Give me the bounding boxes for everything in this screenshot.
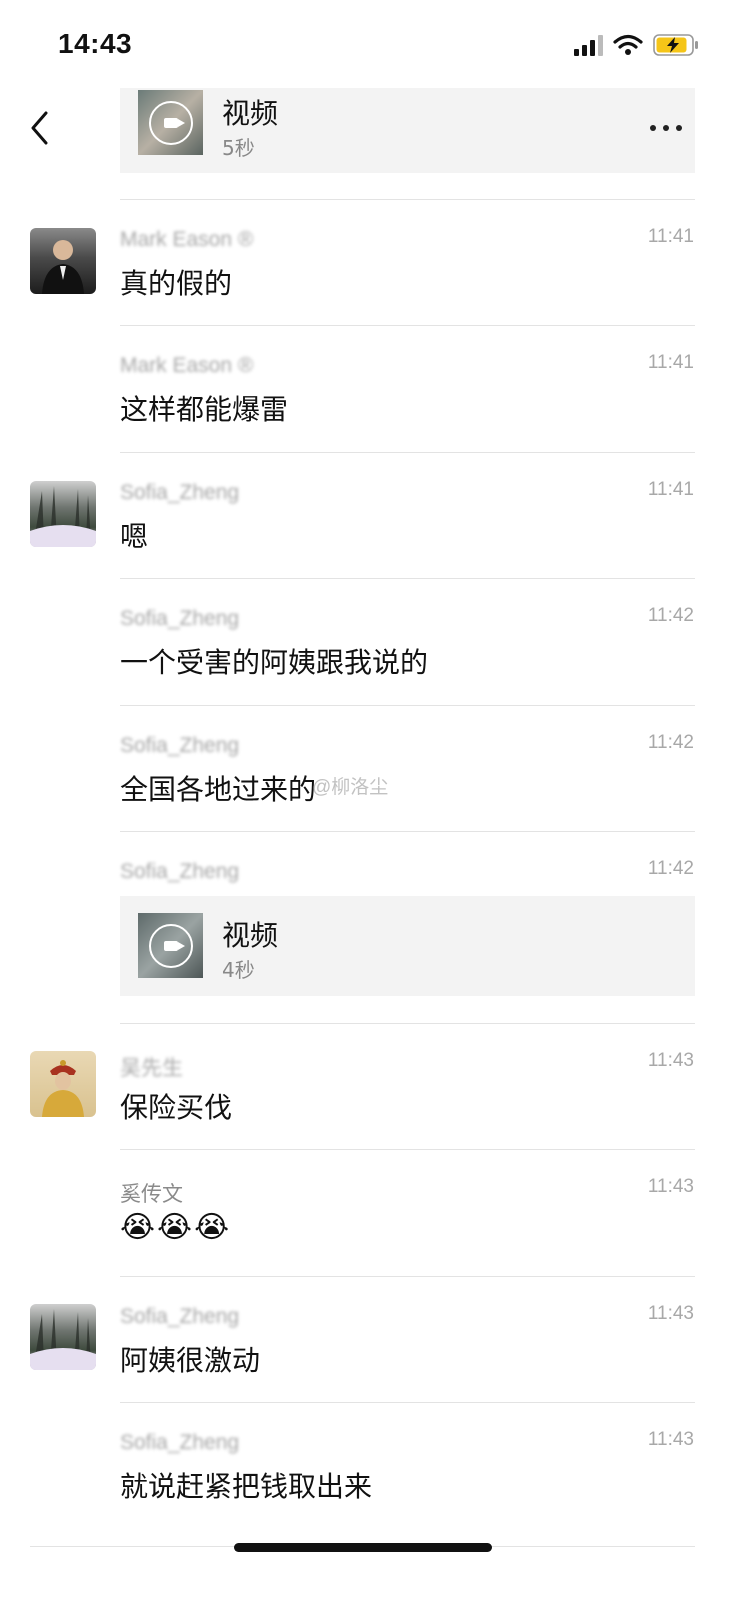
message-time: 11:43 [647, 1303, 694, 1324]
status-time: 14:43 [58, 28, 133, 59]
message-time: 11:41 [647, 226, 694, 247]
divider [120, 1023, 695, 1024]
sender-name: Sofia_Zheng [120, 481, 240, 504]
avatar[interactable] [30, 1051, 96, 1117]
video-camera-icon [148, 100, 193, 145]
divider [120, 1402, 695, 1403]
message-time: 11:41 [647, 479, 694, 500]
video-title: 视频 [222, 919, 279, 952]
message-time: 11:43 [647, 1050, 694, 1071]
message-text: 一个受害的阿姨跟我说的 [120, 646, 429, 679]
video-thumbnail [138, 913, 203, 978]
cellular-signal-icon [574, 34, 603, 56]
sender-name: Sofia_Zheng [120, 734, 240, 757]
sender-name: 吴先生 [120, 1057, 183, 1080]
message-text: 真的假的 [120, 267, 233, 300]
sender-name: 奚传文 [120, 1183, 183, 1206]
sender-name: Mark Eason ® [120, 228, 254, 251]
message-time: 11:42 [647, 858, 694, 879]
sender-name: Sofia_Zheng [120, 1431, 240, 1454]
divider [120, 831, 695, 832]
divider [120, 1149, 695, 1150]
message-text: 全国各地过来的 [120, 773, 317, 806]
message-text: 阿姨很激动 [120, 1344, 261, 1377]
video-thumbnail [138, 90, 203, 155]
weibo-watermark: @柳洛尘 [312, 777, 389, 798]
avatar-portrait-icon [42, 240, 84, 294]
message-text: 嗯 [120, 520, 149, 553]
message-time: 11:43 [647, 1176, 694, 1197]
divider [120, 705, 695, 706]
sender-name: Mark Eason ® [120, 354, 254, 377]
sender-name: Sofia_Zheng [120, 607, 240, 630]
message-time: 11:42 [647, 732, 694, 753]
status-icons [574, 34, 699, 56]
message-text: 这样都能爆雷 [120, 393, 289, 426]
divider [120, 452, 695, 453]
wifi-icon [613, 34, 643, 55]
message-text: 保险买伐 [120, 1091, 233, 1124]
divider [120, 325, 695, 326]
avatar[interactable] [30, 1304, 96, 1370]
video-message-card[interactable]: 视频 5秒 [120, 88, 695, 173]
battery-charging-icon [653, 34, 698, 56]
message-text: 就说赶紧把钱取出来 [120, 1470, 373, 1503]
home-indicator[interactable] [234, 1543, 492, 1552]
video-message-card[interactable]: 视频 4秒 [120, 896, 695, 996]
avatar-snow-forest-icon [30, 486, 96, 547]
video-duration: 5秒 [222, 136, 255, 160]
avatar[interactable] [30, 228, 96, 294]
divider [120, 1276, 695, 1277]
sender-name: Sofia_Zheng [120, 1305, 240, 1328]
back-button[interactable] [26, 108, 56, 148]
status-bar: 14:43 [0, 0, 739, 90]
sender-name: Sofia_Zheng [120, 860, 240, 883]
more-options-button[interactable] [645, 118, 687, 138]
avatar-snow-forest-icon [30, 1309, 96, 1370]
avatar[interactable] [30, 481, 96, 547]
message-time: 11:41 [647, 352, 694, 373]
message-time: 11:43 [647, 1429, 694, 1450]
video-title: 视频 [222, 97, 279, 130]
video-camera-icon [148, 923, 193, 968]
divider [120, 578, 695, 579]
video-duration: 4秒 [222, 958, 255, 982]
message-emoji: 😭😭😭 [120, 1210, 232, 1245]
avatar-emperor-portrait-icon [42, 1060, 84, 1117]
divider [120, 199, 695, 200]
message-time: 11:42 [647, 605, 694, 626]
